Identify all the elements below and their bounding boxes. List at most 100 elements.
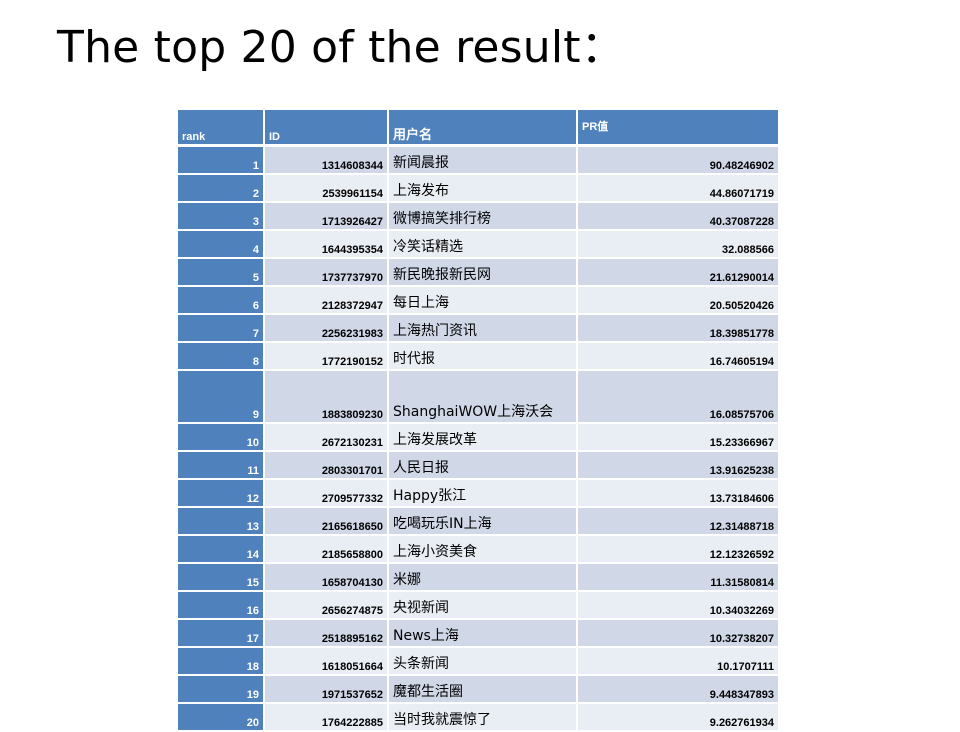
table-row: 2 2539961154 上海发布 44.86071719 [178, 175, 778, 203]
username-cell: News上海 [389, 620, 578, 648]
username-cell: 吃喝玩乐IN上海 [389, 508, 578, 536]
table-row: 16 2656274875 央视新闻 10.34032269 [178, 592, 778, 620]
table-header-row: rank ID 用户名 PR值 [178, 110, 778, 147]
id-cell: 2256231983 [265, 315, 389, 343]
pr-value-cell: 21.61290014 [578, 259, 778, 287]
pr-value-cell: 16.74605194 [578, 343, 778, 371]
column-header-pr-value: PR值 [578, 110, 778, 147]
table-row: 14 2185658800 上海小资美食 12.12326592 [178, 536, 778, 564]
table-row: 15 1658704130 米娜 11.31580814 [178, 564, 778, 592]
rank-cell: 5 [178, 259, 265, 287]
username-cell: 米娜 [389, 564, 578, 592]
table-row: 6 2128372947 每日上海 20.50520426 [178, 287, 778, 315]
table-row: 3 1713926427 微博搞笑排行榜 40.37087228 [178, 203, 778, 231]
rank-cell: 20 [178, 704, 265, 732]
rank-cell: 13 [178, 508, 265, 536]
id-cell: 1971537652 [265, 676, 389, 704]
pr-value-cell: 40.37087228 [578, 203, 778, 231]
pr-value-cell: 20.50520426 [578, 287, 778, 315]
pr-value-cell: 11.31580814 [578, 564, 778, 592]
username-cell: 魔都生活圈 [389, 676, 578, 704]
table-row: 19 1971537652 魔都生活圈 9.448347893 [178, 676, 778, 704]
id-cell: 2539961154 [265, 175, 389, 203]
rank-cell: 2 [178, 175, 265, 203]
username-cell: 每日上海 [389, 287, 578, 315]
rank-cell: 3 [178, 203, 265, 231]
table-row: 11 2803301701 人民日报 13.91625238 [178, 452, 778, 480]
pr-value-cell: 16.08575706 [578, 371, 778, 424]
rank-cell: 17 [178, 620, 265, 648]
pr-value-cell: 32.088566 [578, 231, 778, 259]
rank-cell: 12 [178, 480, 265, 508]
pr-value-cell: 9.448347893 [578, 676, 778, 704]
username-cell: 微博搞笑排行榜 [389, 203, 578, 231]
id-cell: 1658704130 [265, 564, 389, 592]
table-row: 4 1644395354 冷笑话精选 32.088566 [178, 231, 778, 259]
username-cell: 新民晚报新民网 [389, 259, 578, 287]
username-cell: 冷笑话精选 [389, 231, 578, 259]
username-cell: 上海发布 [389, 175, 578, 203]
id-cell: 2518895162 [265, 620, 389, 648]
table-row: 13 2165618650 吃喝玩乐IN上海 12.31488718 [178, 508, 778, 536]
username-cell: 当时我就震惊了 [389, 704, 578, 732]
username-cell: 新闻晨报 [389, 147, 578, 175]
id-cell: 2672130231 [265, 424, 389, 452]
id-cell: 1713926427 [265, 203, 389, 231]
rank-cell: 4 [178, 231, 265, 259]
pr-value-cell: 15.23366967 [578, 424, 778, 452]
table-row: 8 1772190152 时代报 16.74605194 [178, 343, 778, 371]
rank-cell: 7 [178, 315, 265, 343]
slide-title: The top 20 of the result： [57, 22, 625, 73]
id-cell: 1618051664 [265, 648, 389, 676]
id-cell: 2656274875 [265, 592, 389, 620]
rank-cell: 15 [178, 564, 265, 592]
id-cell: 1772190152 [265, 343, 389, 371]
table-row: 10 2672130231 上海发展改革 15.23366967 [178, 424, 778, 452]
username-cell: 上海小资美食 [389, 536, 578, 564]
pr-value-cell: 10.34032269 [578, 592, 778, 620]
pr-value-cell: 10.1707111 [578, 648, 778, 676]
pr-value-cell: 44.86071719 [578, 175, 778, 203]
table-row: 17 2518895162 News上海 10.32738207 [178, 620, 778, 648]
username-cell: Happy张江 [389, 480, 578, 508]
pr-value-cell: 9.262761934 [578, 704, 778, 732]
column-header-id: ID [265, 110, 389, 147]
username-cell: 上海发展改革 [389, 424, 578, 452]
id-cell: 1737737970 [265, 259, 389, 287]
pr-value-cell: 13.73184606 [578, 480, 778, 508]
result-table: rank ID 用户名 PR值 1 1314608344 新闻晨报 90.482469… [178, 110, 778, 732]
column-header-rank: rank [178, 110, 265, 147]
table-row: 1 1314608344 新闻晨报 90.48246902 [178, 147, 778, 175]
pr-value-cell: 90.48246902 [578, 147, 778, 175]
username-cell: ShanghaiWOW上海沃会 [389, 371, 578, 424]
table-row: 20 1764222885 当时我就震惊了 9.262761934 [178, 704, 778, 732]
table-body: 1 1314608344 新闻晨报 90.48246902 2 2539961154 上海发… [178, 147, 778, 732]
rank-cell: 10 [178, 424, 265, 452]
id-cell: 1883809230 [265, 371, 389, 424]
id-cell: 1314608344 [265, 147, 389, 175]
pr-value-cell: 12.12326592 [578, 536, 778, 564]
table-row: 18 1618051664 头条新闻 10.1707111 [178, 648, 778, 676]
pr-value-cell: 13.91625238 [578, 452, 778, 480]
rank-cell: 18 [178, 648, 265, 676]
pr-value-cell: 12.31488718 [578, 508, 778, 536]
id-cell: 1764222885 [265, 704, 389, 732]
rank-cell: 19 [178, 676, 265, 704]
id-cell: 2165618650 [265, 508, 389, 536]
table-row: 9 1883809230 ShanghaiWOW上海沃会 16.08575706 [178, 371, 778, 424]
rank-cell: 1 [178, 147, 265, 175]
username-cell: 头条新闻 [389, 648, 578, 676]
rank-cell: 8 [178, 343, 265, 371]
rank-cell: 11 [178, 452, 265, 480]
username-cell: 上海热门资讯 [389, 315, 578, 343]
rank-cell: 9 [178, 371, 265, 424]
rank-cell: 16 [178, 592, 265, 620]
rank-cell: 14 [178, 536, 265, 564]
column-header-username: 用户名 [389, 110, 578, 147]
id-cell: 2185658800 [265, 536, 389, 564]
table-row: 12 2709577332 Happy张江 13.73184606 [178, 480, 778, 508]
table-row: 7 2256231983 上海热门资讯 18.39851778 [178, 315, 778, 343]
pr-value-cell: 10.32738207 [578, 620, 778, 648]
username-cell: 央视新闻 [389, 592, 578, 620]
username-cell: 人民日报 [389, 452, 578, 480]
